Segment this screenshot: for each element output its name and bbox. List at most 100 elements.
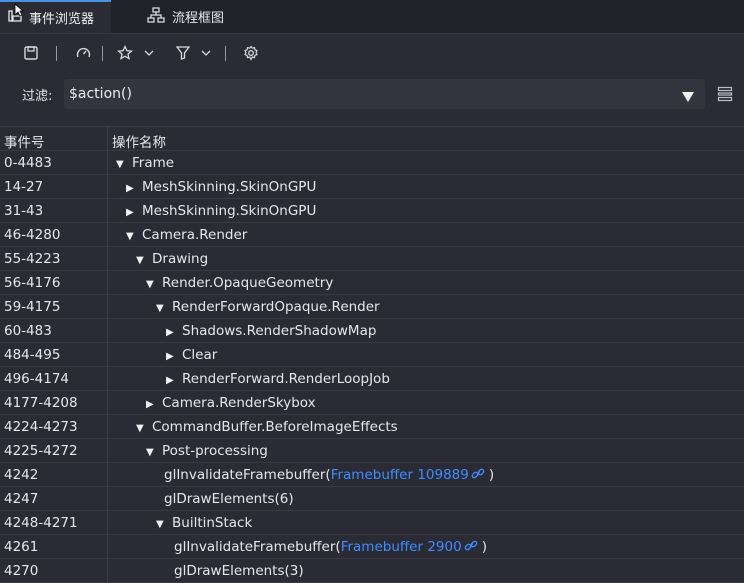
operation-name-cell: glInvalidateFramebuffer(Framebuffer 1098… (164, 467, 494, 484)
expand-arrow-down-icon[interactable]: ▼ (136, 255, 146, 266)
operation-name-cell: ▼ Post-processing (146, 443, 268, 459)
toolbar-divider (225, 46, 226, 61)
expand-arrow-down-icon[interactable]: ▼ (146, 447, 156, 458)
operation-name-suffix: ) (481, 539, 487, 555)
expand-arrow-down-icon[interactable]: ▼ (156, 519, 166, 530)
table-row[interactable]: 4261 glInvalidateFramebuffer(Framebuffer … (0, 535, 744, 559)
operation-name-cell: ▼ BuiltinStack (156, 515, 252, 531)
expand-arrow-right-icon[interactable]: ▶ (126, 207, 136, 218)
flowchart-icon (147, 6, 172, 27)
operation-name-text: Frame (132, 155, 175, 171)
operation-name-cell: glInvalidateFramebuffer(Framebuffer 2900… (174, 539, 487, 556)
toolbar (0, 34, 744, 72)
chevron-down-icon[interactable] (200, 44, 212, 62)
table-row[interactable]: 46-4280 ▼ Camera.Render (0, 223, 744, 247)
table-row[interactable]: 4225-4272 ▼ Post-processing (0, 439, 744, 463)
expand-arrow-right-icon[interactable]: ▶ (126, 183, 136, 194)
operation-name-cell: ▶ MeshSkinning.SkinOnGPU (126, 203, 316, 219)
expand-arrow-down-icon[interactable]: ▼ (126, 231, 136, 242)
filter-input[interactable]: $action() (69, 86, 132, 102)
event-id-cell: 0-4483 (4, 155, 52, 171)
toolbar-divider (56, 46, 57, 61)
link-chain-icon[interactable] (471, 468, 485, 484)
operation-name-cell: ▼ Render.OpaqueGeometry (146, 275, 333, 291)
save-icon[interactable] (23, 44, 39, 62)
table-row[interactable]: 496-4174 ▶ RenderForward.RenderLoopJob (0, 367, 744, 391)
settings-icon[interactable] (243, 44, 259, 62)
event-id-cell: 31-43 (4, 203, 44, 219)
framebuffer-link[interactable]: Framebuffer 109889 (331, 467, 469, 483)
expand-arrow-down-icon[interactable]: ▼ (116, 159, 126, 170)
table-row[interactable]: 31-43 ▶ MeshSkinning.SkinOnGPU (0, 199, 744, 223)
expand-arrow-down-icon[interactable]: ▼ (146, 279, 156, 290)
column-divider[interactable] (107, 127, 108, 583)
event-tree-table: 事件号 操作名称 0-4483 ▼ Frame 14-27 ▶ MeshSkinning.… (0, 126, 744, 583)
operation-name-text: RenderForward.RenderLoopJob (182, 371, 390, 387)
timer-icon[interactable] (75, 44, 92, 62)
column-header-operation-name[interactable]: 操作名称 (112, 131, 166, 151)
operation-name-text: MeshSkinning.SkinOnGPU (142, 203, 317, 219)
table-row[interactable]: 4224-4273 ▼ CommandBuffer.BeforeImageEffec… (0, 415, 744, 439)
filter-combobox[interactable]: $action() (64, 79, 705, 109)
framebuffer-link[interactable]: Framebuffer 2900 (341, 539, 462, 555)
operation-name-cell: ▶ MeshSkinning.SkinOnGPU (126, 179, 316, 195)
table-header: 事件号 操作名称 (0, 127, 744, 151)
operation-name-cell: ▶ Shadows.RenderShadowMap (166, 323, 376, 339)
operation-name-text: BuiltinStack (172, 515, 253, 531)
table-row[interactable]: 60-483 ▶ Shadows.RenderShadowMap (0, 319, 744, 343)
operation-name-text: Camera.Render (142, 227, 248, 243)
operation-name-cell: ▼ RenderForwardOpaque.Render (156, 299, 380, 315)
operation-name-cell: ▶ Clear (166, 347, 217, 363)
toolbar-divider (102, 46, 103, 61)
operation-name-cell: ▼ Camera.Render (126, 227, 247, 243)
table-row[interactable]: 4177-4208 ▶ Camera.RenderSkybox (0, 391, 744, 415)
event-id-cell: 4224-4273 (4, 419, 78, 435)
table-row[interactable]: 4270 glDrawElements(3) (0, 559, 744, 583)
operation-name-cell: ▼ Frame (116, 155, 174, 171)
event-id-cell: 46-4280 (4, 227, 61, 243)
operation-name-text: CommandBuffer.BeforeImageEffects (152, 419, 398, 435)
event-browser-window: 事件浏览器 流程框图 过滤: $action() 事件号 操作名称 0-4483… (0, 0, 744, 583)
table-row[interactable]: 14-27 ▶ MeshSkinning.SkinOnGPU (0, 175, 744, 199)
event-id-cell: 4225-4272 (4, 443, 78, 459)
dropdown-arrow-icon[interactable] (681, 88, 695, 107)
expand-arrow-right-icon[interactable]: ▶ (146, 399, 156, 410)
operation-name-cell: glDrawElements(6) (164, 491, 294, 507)
filter-options-icon[interactable] (717, 86, 733, 106)
operation-name-text: Camera.RenderSkybox (162, 395, 316, 411)
table-row[interactable]: 4242 glInvalidateFramebuffer(Framebuffer … (0, 463, 744, 487)
operation-name-cell: ▶ RenderForward.RenderLoopJob (166, 371, 390, 387)
operation-name-text: RenderForwardOpaque.Render (172, 299, 380, 315)
expand-arrow-right-icon[interactable]: ▶ (166, 351, 176, 362)
tab-label: 流程框图 (172, 11, 225, 26)
table-row[interactable]: 0-4483 ▼ Frame (0, 151, 744, 175)
mouse-cursor-icon (14, 2, 25, 21)
expand-arrow-down-icon[interactable]: ▼ (156, 303, 166, 314)
table-row[interactable]: 55-4223 ▼ Drawing (0, 247, 744, 271)
tab-flowchart[interactable]: 流程框图 (143, 0, 224, 33)
filter-icon[interactable] (175, 44, 191, 62)
expand-arrow-down-icon[interactable]: ▼ (136, 423, 146, 434)
event-id-cell: 4177-4208 (4, 395, 78, 411)
operation-name-text: glDrawElements(6) (164, 491, 294, 507)
expand-arrow-right-icon[interactable]: ▶ (166, 375, 176, 386)
table-row[interactable]: 4247 glDrawElements(6) (0, 487, 744, 511)
operation-name-cell: ▼ CommandBuffer.BeforeImageEffects (136, 419, 398, 435)
expand-arrow-right-icon[interactable]: ▶ (166, 327, 176, 338)
link-chain-icon[interactable] (464, 540, 478, 556)
table-row[interactable]: 4248-4271 ▼ BuiltinStack (0, 511, 744, 535)
operation-name-cell: ▼ Drawing (136, 251, 208, 267)
table-row[interactable]: 484-495 ▶ Clear (0, 343, 744, 367)
operation-name-cell: ▶ Camera.RenderSkybox (146, 395, 316, 411)
operation-name-text: Clear (182, 347, 218, 363)
event-id-cell: 484-495 (4, 347, 61, 363)
event-id-cell: 4247 (4, 491, 39, 507)
operation-name-text: Render.OpaqueGeometry (162, 275, 334, 291)
table-row[interactable]: 59-4175 ▼ RenderForwardOpaque.Render (0, 295, 744, 319)
filter-label: 过滤: (22, 89, 53, 104)
event-id-cell: 55-4223 (4, 251, 61, 267)
column-header-event-id[interactable]: 事件号 (4, 131, 45, 151)
star-icon[interactable] (117, 44, 133, 62)
table-row[interactable]: 56-4176 ▼ Render.OpaqueGeometry (0, 271, 744, 295)
chevron-down-icon[interactable] (143, 44, 155, 62)
